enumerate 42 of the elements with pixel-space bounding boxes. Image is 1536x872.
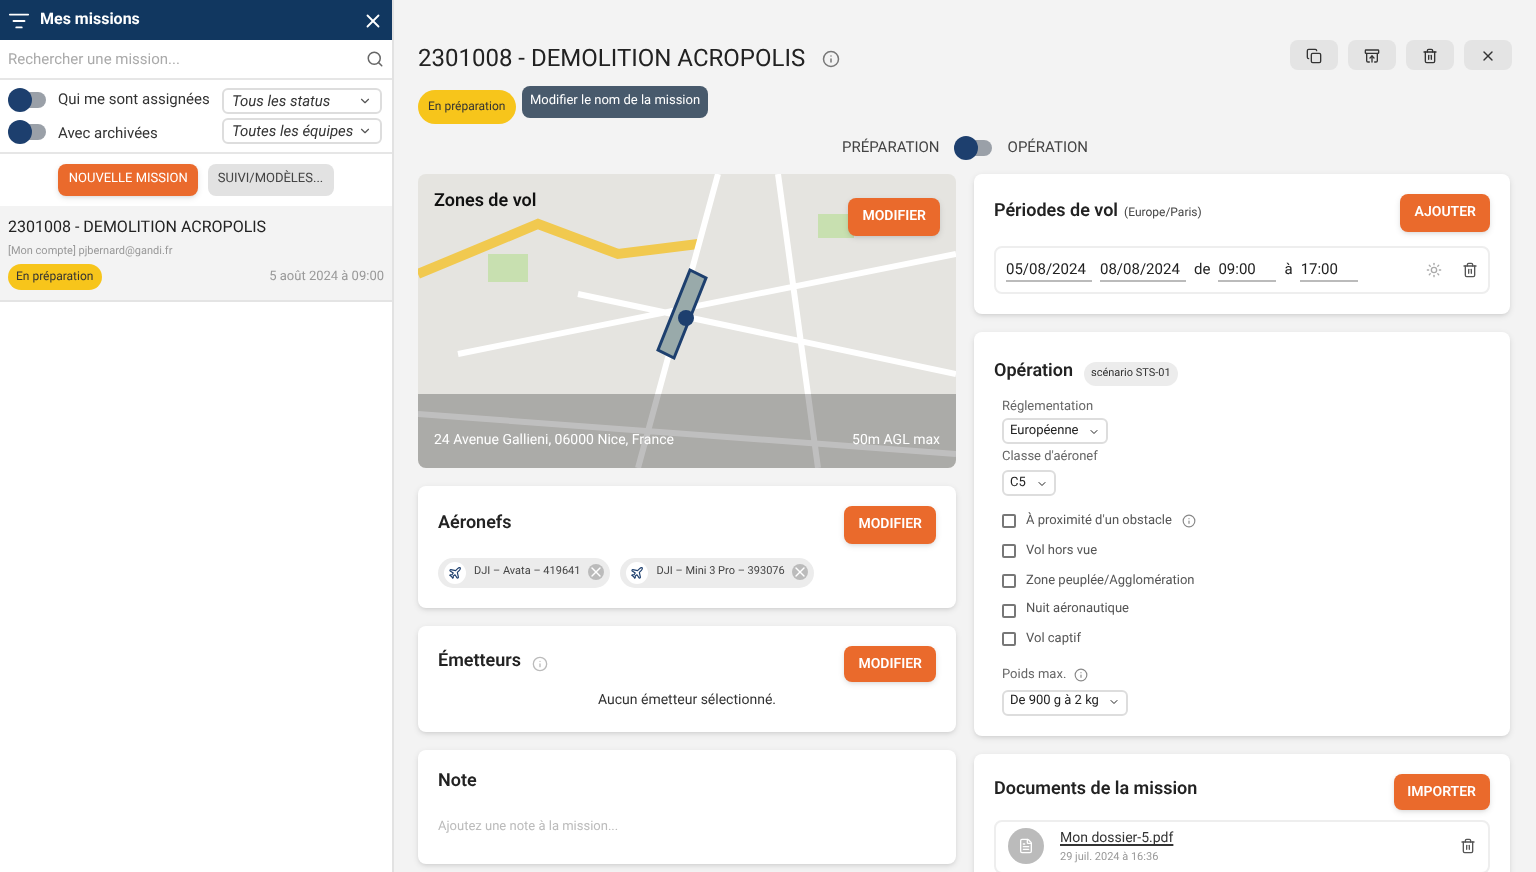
caret-icon [1108,696,1121,708]
info-icon [531,656,548,672]
mission-heading: 2301008 - DEMOLITION ACROPOLIS [418,42,806,76]
copy-button[interactable] [1290,40,1338,70]
delete-icon[interactable] [1462,261,1478,278]
card-title: Aéronefs [438,511,512,538]
toggle-switch[interactable] [10,91,46,108]
search-icon [366,50,384,68]
file-icon [1018,838,1034,855]
sun-icon[interactable] [1426,261,1442,278]
caret-icon [358,124,372,138]
caret-icon [358,94,372,108]
checkbox[interactable] [1002,603,1016,618]
info-icon[interactable] [821,49,840,67]
card-title: Périodes de vol [994,199,1119,226]
info-icon [1181,514,1196,529]
delete-icon [1422,47,1438,63]
card-title: Opération [994,360,1074,386]
map-title: Zones de vol [434,190,537,217]
list-icon [8,9,30,31]
checkbox[interactable] [1002,544,1016,559]
checkbox[interactable] [1002,573,1016,588]
close-icon[interactable] [362,9,384,31]
sidebar-title: Mes missions [40,8,140,32]
delete-button[interactable] [1406,40,1454,70]
toggle-switch[interactable] [955,139,992,156]
checkbox[interactable] [1002,514,1016,529]
caret-icon [1088,425,1101,438]
close-icon [1480,47,1496,63]
close-button[interactable] [1464,40,1512,70]
card-title: Émetteurs [438,650,522,677]
toggle-switch[interactable] [10,124,46,141]
checkbox[interactable] [1002,632,1016,647]
delete-icon[interactable] [1460,838,1476,855]
archive-button[interactable] [1348,40,1396,70]
copy-icon [1306,47,1322,63]
mission-title: 2301008 - DEMOLITION ACROPOLIS [8,215,269,240]
archive-icon [1364,47,1380,63]
info-icon [1074,668,1089,683]
card-title: Documents de la mission [994,778,1198,804]
caret-icon [1035,477,1048,489]
card-title: Note [438,769,479,796]
